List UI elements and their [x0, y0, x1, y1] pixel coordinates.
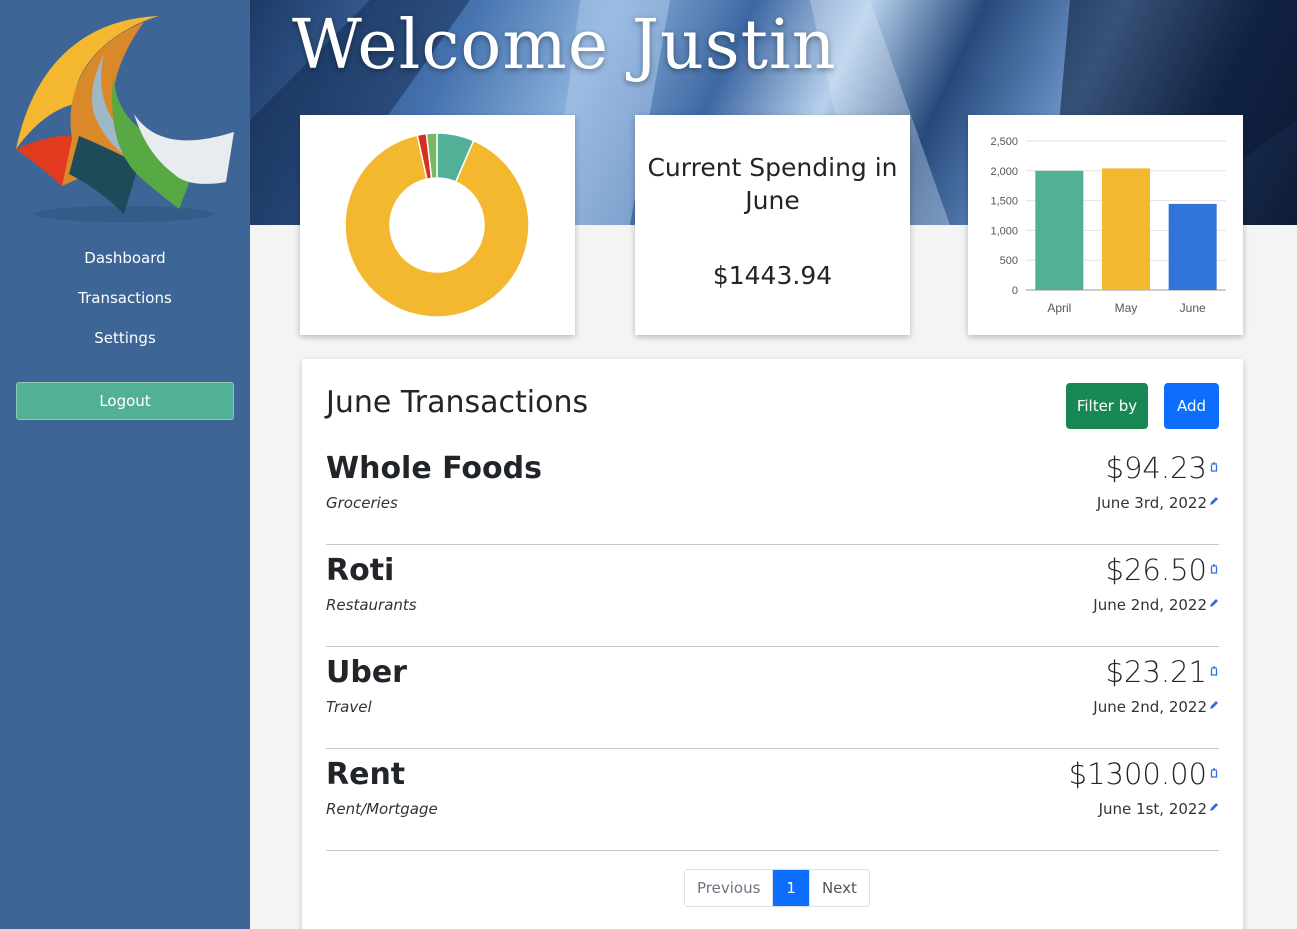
current-spending-card: Current Spending in June $1443.94	[635, 115, 910, 335]
transaction-amount: $26.50	[1105, 553, 1207, 587]
y-tick-label: 1,000	[990, 225, 1018, 237]
current-spending-title: Current Spending in June	[647, 153, 898, 215]
filter-button[interactable]: Filter by	[1066, 383, 1148, 429]
trash-icon[interactable]	[1209, 564, 1219, 574]
transaction-category: Restaurants	[326, 596, 417, 614]
transaction-amount: $1300.00	[1068, 757, 1207, 791]
x-tick-label: May	[1115, 301, 1138, 315]
trash-icon[interactable]	[1209, 462, 1219, 472]
nav-settings[interactable]: Settings	[0, 325, 250, 365]
add-button[interactable]: Add	[1164, 383, 1219, 429]
transaction-amount: $94.23	[1105, 451, 1207, 485]
nav-transactions[interactable]: Transactions	[0, 285, 250, 325]
pagination-page-1[interactable]: 1	[773, 870, 809, 906]
transaction-category: Groceries	[326, 494, 398, 512]
y-tick-label: 2,000	[990, 166, 1018, 178]
transaction-amount: $23.21	[1105, 655, 1207, 689]
transaction-date: June 1st, 2022	[1098, 800, 1207, 818]
trash-icon[interactable]	[1209, 768, 1219, 778]
transaction-date: June 2nd, 2022	[1093, 596, 1207, 614]
pencil-icon[interactable]	[1209, 496, 1219, 506]
pagination-previous[interactable]: Previous	[685, 870, 774, 906]
nav-dashboard[interactable]: Dashboard	[0, 245, 250, 285]
current-spending-amount: $1443.94	[712, 261, 833, 290]
transaction-date: June 3rd, 2022	[1096, 494, 1207, 512]
transaction-row: Rent Rent/Mortgage $1300.00 June 1st, 20…	[326, 749, 1219, 851]
transaction-name: Rent	[326, 757, 406, 792]
transaction-row: Uber Travel $23.21 June 2nd, 2022	[326, 647, 1219, 749]
category-donut-chart	[344, 132, 530, 318]
x-tick-label: April	[1047, 301, 1071, 315]
logout-button[interactable]: Logout	[16, 382, 234, 420]
transaction-date: June 2nd, 2022	[1093, 698, 1207, 716]
transaction-category: Rent/Mortgage	[326, 800, 438, 818]
bar-may	[1102, 168, 1150, 290]
monthly-bar-card: 0 500 1,000 1,500 2,000 2,500 April May June	[968, 115, 1243, 335]
sidebar-nav: Dashboard Transactions Settings	[0, 245, 250, 365]
sidebar: Dashboard Transactions Settings Logout	[0, 0, 250, 929]
x-tick-label: June	[1180, 301, 1206, 315]
y-tick-label: 2,500	[990, 136, 1018, 148]
pagination-next[interactable]: Next	[808, 870, 869, 906]
pencil-icon[interactable]	[1209, 700, 1219, 710]
transaction-name: Whole Foods	[326, 451, 542, 486]
transaction-row: Whole Foods Groceries $94.23 June 3rd, 2…	[326, 443, 1219, 545]
y-tick-label: 1,500	[990, 196, 1018, 208]
transaction-name: Roti	[326, 553, 395, 588]
pagination: Previous 1 Next	[684, 869, 870, 907]
bar-june	[1168, 203, 1217, 290]
pencil-icon[interactable]	[1209, 598, 1219, 608]
transactions-panel: June Transactions Filter by Add Whole Fo…	[302, 359, 1243, 929]
transaction-row: Roti Restaurants $26.50 June 2nd, 2022	[326, 545, 1219, 647]
welcome-title: Welcome Justin	[292, 6, 837, 85]
category-donut-card	[300, 115, 575, 335]
pencil-icon[interactable]	[1209, 802, 1219, 812]
transaction-category: Travel	[326, 698, 372, 716]
transaction-name: Uber	[326, 655, 407, 690]
app-logo	[16, 16, 234, 222]
trash-icon[interactable]	[1209, 666, 1219, 676]
y-tick-label: 500	[1000, 255, 1018, 267]
bar-april	[1035, 170, 1084, 290]
monthly-bar-chart: 0 500 1,000 1,500 2,000 2,500 April May June	[990, 136, 1226, 315]
y-tick-label: 0	[1012, 285, 1018, 297]
transactions-title: June Transactions	[326, 385, 589, 420]
